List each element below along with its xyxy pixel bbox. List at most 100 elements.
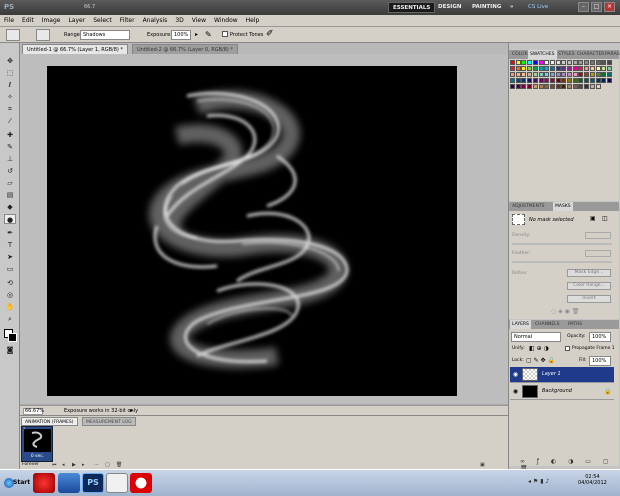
calculator-icon[interactable]	[106, 473, 128, 493]
lock-icons[interactable]: ▢ ✎ ✥ 🔒	[526, 357, 555, 364]
tab-measurement-log[interactable]: MEASUREMENT LOG	[82, 417, 136, 426]
swatch[interactable]	[510, 66, 515, 71]
swatch[interactable]	[606, 66, 612, 71]
prev-frame-icon[interactable]: ◂	[62, 462, 69, 468]
swatch[interactable]	[595, 84, 601, 89]
swatch[interactable]	[601, 66, 607, 71]
swatch[interactable]	[538, 78, 544, 83]
workspace-essentials[interactable]: ESSENTIALS	[388, 2, 436, 13]
mask-edge-button[interactable]: Mask Edge...	[567, 269, 611, 277]
swatch[interactable]	[544, 78, 550, 83]
invert-button[interactable]: Invert	[567, 295, 611, 303]
layer-name[interactable]: Layer 1	[542, 371, 561, 377]
swatch[interactable]	[515, 66, 521, 71]
workspace-more-chevron-icon[interactable]: »	[506, 2, 518, 13]
swatch[interactable]	[589, 66, 595, 71]
swatch[interactable]	[584, 66, 590, 71]
airbrush-icon[interactable]: ✎	[205, 30, 212, 39]
exposure-dropdown-icon[interactable]: ▸	[195, 31, 198, 38]
brush-tool-icon[interactable]: ✎	[4, 142, 16, 152]
swatch[interactable]	[532, 60, 538, 65]
clock[interactable]: 02:54 04/04/2012	[578, 474, 607, 486]
swatch[interactable]	[595, 66, 601, 71]
swatch[interactable]	[595, 60, 601, 65]
eraser-tool-icon[interactable]: ▱	[4, 178, 16, 188]
swatch[interactable]	[521, 84, 527, 89]
layer-row-background[interactable]: ◉ Background 🔒	[510, 384, 614, 400]
tween-icon[interactable]: ⋯	[94, 462, 101, 468]
swatch[interactable]	[532, 84, 538, 89]
swatch[interactable]	[510, 72, 515, 77]
tablet-pressure-icon[interactable]: ✐	[266, 29, 274, 39]
marquee-tool-icon[interactable]: ⬚	[4, 68, 16, 78]
start-button[interactable]: Start	[2, 472, 30, 494]
swatch[interactable]	[584, 72, 590, 77]
quick-mask-icon[interactable]: ◙	[4, 345, 16, 355]
swatch[interactable]	[606, 60, 612, 65]
type-tool-icon[interactable]: T	[4, 240, 16, 250]
swatch[interactable]	[601, 72, 607, 77]
dodge-tool-icon[interactable]: ●	[4, 214, 16, 224]
swatch[interactable]	[549, 66, 555, 71]
exposure-input[interactable]: 100%	[171, 30, 191, 40]
layer-row-layer-1[interactable]: ◉ Layer 1	[510, 367, 614, 383]
swatch[interactable]	[601, 60, 607, 65]
swatch[interactable]	[532, 78, 538, 83]
layer-name[interactable]: Background	[542, 388, 572, 394]
background-color-swatch[interactable]	[8, 333, 17, 342]
healing-tool-icon[interactable]: ✚	[4, 130, 16, 140]
hand-tool-icon[interactable]: ✋	[4, 302, 16, 312]
menu-file[interactable]: File	[0, 15, 18, 27]
tab-character[interactable]: CHARACTER	[575, 50, 606, 59]
swatch[interactable]	[572, 66, 578, 71]
duplicate-frame-icon[interactable]: ▢	[105, 462, 112, 468]
swatch[interactable]	[555, 78, 561, 83]
swatch[interactable]	[527, 78, 533, 83]
brush-preset-icon[interactable]	[36, 29, 50, 41]
swatch[interactable]	[567, 84, 572, 89]
tab-color[interactable]: COLOR	[510, 50, 530, 59]
swatch[interactable]	[589, 78, 595, 83]
path-selection-tool-icon[interactable]: ➤	[4, 252, 16, 262]
swatch[interactable]	[527, 72, 533, 77]
tab-paragraph[interactable]: PARAGRAPH	[603, 50, 620, 59]
swatch[interactable]	[549, 60, 555, 65]
tab-animation-frames[interactable]: ANIMATION (FRAMES)	[21, 417, 78, 426]
swatch[interactable]	[555, 84, 561, 89]
eye-icon[interactable]: ◉	[512, 371, 519, 378]
frame-duration[interactable]: 0 sec.	[24, 454, 51, 459]
swatch[interactable]	[606, 78, 612, 83]
clone-stamp-tool-icon[interactable]: ⊥	[4, 154, 16, 164]
menu-layer[interactable]: Layer	[64, 15, 89, 27]
swatch[interactable]	[510, 60, 515, 65]
swatch[interactable]	[521, 72, 527, 77]
swatch[interactable]	[510, 84, 515, 89]
swatch[interactable]	[521, 60, 527, 65]
swatch[interactable]	[538, 84, 544, 89]
swatch[interactable]	[544, 84, 550, 89]
menu-window[interactable]: Window	[210, 15, 242, 27]
3d-rotate-tool-icon[interactable]: ⟲	[4, 278, 16, 288]
zoom-tool-icon[interactable]: ⌕	[4, 314, 16, 324]
animation-frame[interactable]: 1 0 sec.	[21, 426, 53, 462]
swatch[interactable]	[572, 78, 578, 83]
eyedropper-tool-icon[interactable]: ⁄	[4, 116, 16, 126]
swatch[interactable]	[532, 72, 538, 77]
protect-tones-checkbox[interactable]	[222, 31, 228, 37]
swatch[interactable]	[578, 72, 584, 77]
swatch[interactable]	[578, 84, 584, 89]
swatch[interactable]	[567, 66, 572, 71]
move-tool-icon[interactable]: ✥	[4, 56, 16, 66]
menu-select[interactable]: Select	[89, 15, 116, 27]
swatch[interactable]	[515, 60, 521, 65]
swatch[interactable]	[561, 60, 567, 65]
swatch[interactable]	[584, 60, 590, 65]
tab-masks[interactable]: MASKS	[553, 202, 573, 211]
zoom-field[interactable]: 66.67%	[23, 408, 44, 415]
history-brush-tool-icon[interactable]: ↺	[4, 166, 16, 176]
swatch[interactable]	[601, 78, 607, 83]
swatch[interactable]	[538, 72, 544, 77]
menu-3d[interactable]: 3D	[171, 15, 187, 27]
swatch[interactable]	[532, 66, 538, 71]
swatch[interactable]	[544, 72, 550, 77]
